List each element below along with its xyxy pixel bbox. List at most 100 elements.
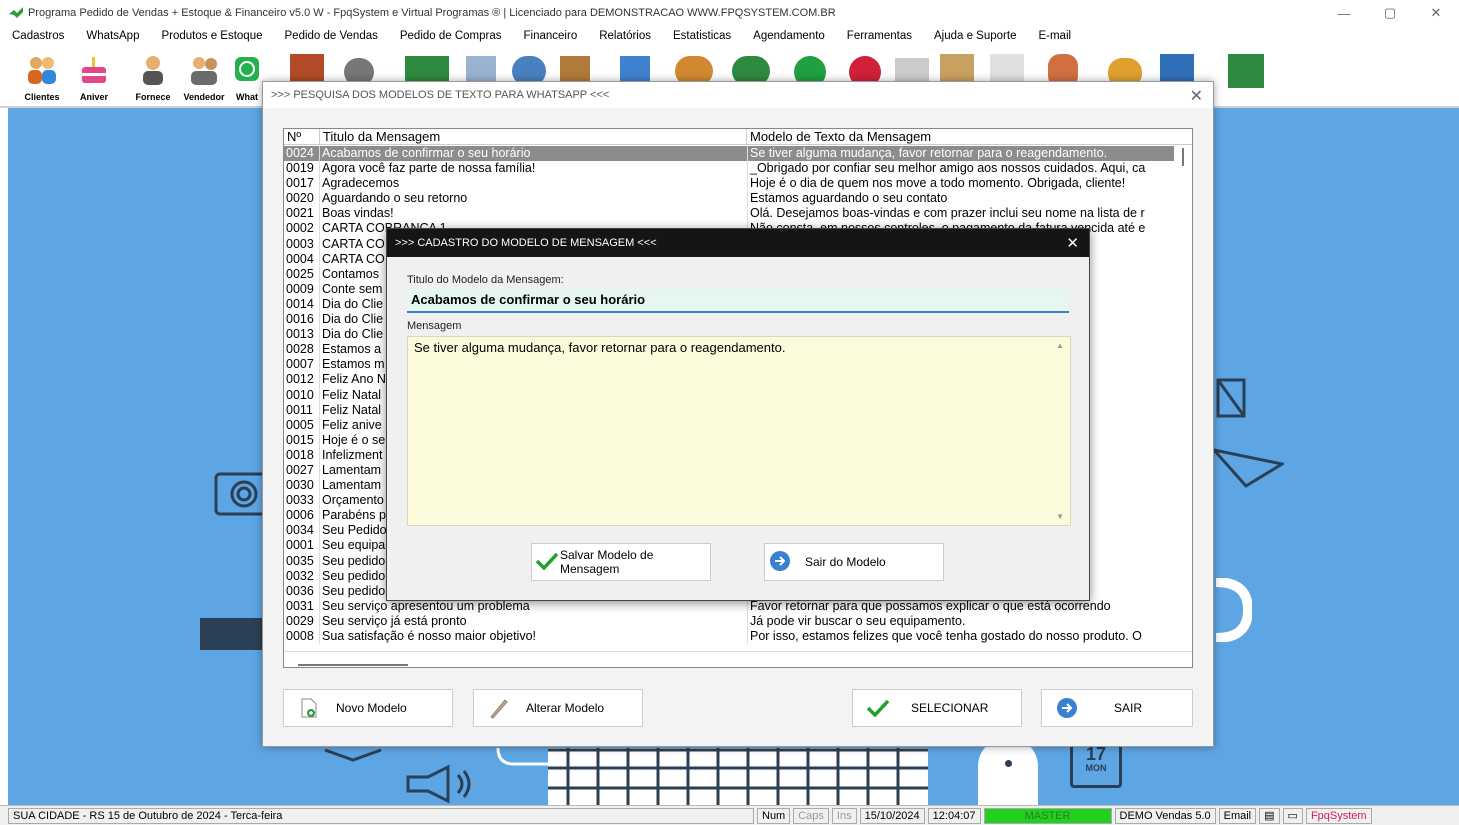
horizontal-scroll-thumb[interactable] (298, 664, 408, 666)
calendar-icon: 17 MON (1070, 742, 1122, 788)
exit-button[interactable]: SAIR (1041, 689, 1193, 727)
menu-ajuda-suporte[interactable]: Ajuda e Suporte (934, 30, 1016, 42)
maximize-button[interactable]: ▢ (1367, 0, 1413, 26)
edit-model-button[interactable]: Alterar Modelo (473, 689, 643, 727)
arrow-right-circle-icon (1056, 697, 1078, 719)
new-model-label: Novo Modelo (336, 701, 407, 715)
template-search-close-button[interactable]: ✕ (1190, 86, 1203, 106)
cell-number: 0025 (284, 266, 320, 282)
cell-number: 0003 (284, 236, 320, 252)
calendar-weekday: MON (1085, 763, 1107, 773)
cell-number: 0007 (284, 357, 320, 373)
menu-pedido-vendas[interactable]: Pedido de Vendas (285, 30, 378, 42)
template-search-title: >>> PESQUISA DOS MODELOS DE TEXTO PARA W… (263, 82, 1213, 108)
menu-produtos-estoque[interactable]: Produtos e Estoque (161, 30, 262, 42)
cell-title: Aguardando o seu retorno (320, 191, 748, 207)
toolbar-fornece-button[interactable]: Fornece (127, 50, 179, 104)
desktop-tab-shape (200, 618, 262, 650)
cell-number: 0008 (284, 629, 320, 645)
menu-relatorios[interactable]: Relatórios (599, 30, 651, 42)
cell-number: 0028 (284, 342, 320, 358)
status-num: Num (757, 807, 791, 824)
cell-number: 0019 (284, 161, 320, 177)
monitor-icon[interactable]: ▭ (1282, 807, 1303, 824)
table-row[interactable]: 0020 Aguardando o seu retorno Estamos agua… (284, 191, 1192, 207)
scroll-up-arrow-icon[interactable]: ▲ (1056, 341, 1064, 350)
table-row[interactable]: 0024 Acabamos de confirmar o seu horário S… (284, 146, 1192, 162)
minimize-button[interactable]: — (1321, 0, 1367, 26)
menu-agendamento[interactable]: Agendamento (753, 30, 825, 42)
table-row[interactable]: 0021 Boas vindas! Olá. Desejamos boas-vind… (284, 206, 1192, 222)
cell-title: Acabamos de confirmar o seu horário (320, 146, 748, 162)
cell-number: 0034 (284, 523, 320, 539)
menu-pedido-compras[interactable]: Pedido de Compras (400, 30, 502, 42)
cell-number: 0020 (284, 191, 320, 207)
whatsapp-icon (235, 57, 259, 81)
table-row[interactable]: 0008 Sua satisfação é nosso maior objetiv… (284, 629, 1192, 645)
exit-label: SAIR (1114, 701, 1143, 715)
exit-template-label: Sair do Modelo (805, 555, 886, 569)
app-icon (9, 7, 23, 18)
dialog-close-button[interactable]: ✕ (1066, 234, 1079, 252)
cell-number: 0016 (284, 312, 320, 328)
toolbar-whatsapp-button[interactable]: What (232, 50, 262, 104)
table-row[interactable]: 0029 Seu serviço já está pronto Já pode vi… (284, 613, 1192, 629)
edit-model-label: Alterar Modelo (526, 701, 605, 715)
printer-icon[interactable]: ▤ (1259, 807, 1280, 824)
cell-model: Estamos aguardando o seu contato (750, 191, 948, 206)
cell-number: 0035 (284, 553, 320, 569)
exit-template-button[interactable]: Sair do Modelo (764, 543, 944, 581)
new-document-icon (298, 697, 320, 719)
seller-icon (191, 57, 217, 85)
table-row[interactable]: 0019 Agora você faz parte de nossa famíli… (284, 161, 1192, 177)
cell-number: 0010 (284, 387, 320, 403)
table-row[interactable]: 0031 Seu serviço apresentou um problema Fa… (284, 598, 1192, 614)
column-header-model[interactable]: Modelo de Texto da Mensagem (747, 129, 1192, 144)
message-label: Mensagem (407, 320, 462, 332)
save-template-button[interactable]: Salvar Modelo de Mensagem (531, 543, 711, 581)
cell-number: 0006 (284, 508, 320, 524)
message-textarea[interactable]: Se tiver alguma mudança, favor retornar … (407, 336, 1071, 526)
table-header: Nº Titulo da Mensagem Modelo de Texto da… (284, 129, 1192, 145)
scroll-down-arrow-icon[interactable]: ▼ (1056, 512, 1064, 521)
status-brand: FpqSystem (1305, 807, 1372, 824)
status-demo-version: DEMO Vendas 5.0 (1114, 807, 1216, 824)
cell-number: 0018 (284, 447, 320, 463)
cell-number: 0005 (284, 417, 320, 433)
cell-number: 0031 (284, 598, 320, 614)
menu-whatsapp[interactable]: WhatsApp (86, 30, 139, 42)
cell-model: _Obrigado por confiar seu melhor amigo a… (750, 161, 1146, 176)
toolbar-vendedor-button[interactable]: Vendedor (178, 50, 230, 104)
template-title-input[interactable]: Acabamos de confirmar o seu horário (407, 289, 1069, 313)
menu-cadastros[interactable]: Cadastros (12, 30, 64, 42)
cell-model: Se tiver alguma mudança, favor retornar … (750, 146, 1108, 160)
cell-number: 0029 (284, 613, 320, 629)
close-window-button[interactable]: ✕ (1413, 0, 1459, 26)
new-model-button[interactable]: Novo Modelo (283, 689, 453, 727)
status-email-button[interactable]: Email (1218, 807, 1257, 824)
horizontal-scrollbar[interactable] (284, 651, 1192, 667)
table-row[interactable]: 0017 Agradecemos Hoje é o dia de quem nos … (284, 176, 1192, 192)
menu-financeiro[interactable]: Financeiro (524, 30, 578, 42)
envelope-icon (1216, 378, 1246, 418)
status-caps: Caps (793, 807, 829, 824)
cell-number: 0012 (284, 372, 320, 388)
cell-number: 0011 (284, 402, 320, 418)
toolbar-clientes-button[interactable]: Clientes (16, 50, 68, 104)
cell-number: 0002 (284, 221, 320, 237)
menu-email[interactable]: E-mail (1038, 30, 1071, 42)
supplier-icon (143, 56, 163, 85)
calendar-day: 17 (1085, 744, 1107, 764)
menu-ferramentas[interactable]: Ferramentas (847, 30, 912, 42)
column-header-title[interactable]: Titulo da Mensagem (320, 129, 747, 144)
checkmark-icon (867, 697, 889, 719)
select-button[interactable]: SELECIONAR (852, 689, 1022, 727)
cell-number: 0009 (284, 281, 320, 297)
toolbar-aniver-button[interactable]: Aniver (68, 50, 120, 104)
column-header-number[interactable]: Nº (284, 129, 320, 144)
vertical-scroll-thumb[interactable] (1182, 148, 1184, 166)
menu-estatisticas[interactable]: Estatisticas (673, 30, 731, 42)
select-label: SELECIONAR (911, 701, 989, 715)
vertical-scrollbar[interactable] (1174, 146, 1192, 666)
cell-number: 0021 (284, 206, 320, 222)
